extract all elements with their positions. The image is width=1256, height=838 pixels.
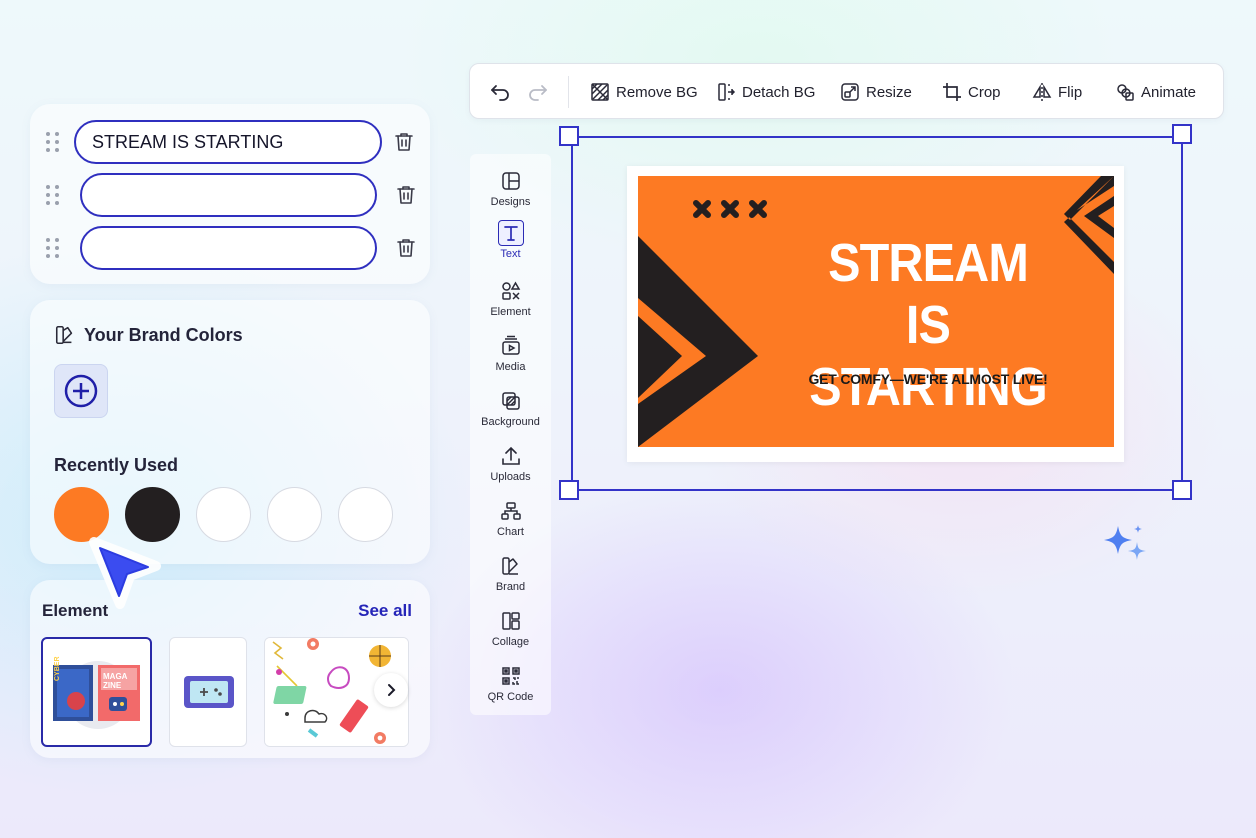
nav-label-media: Media [495, 361, 526, 373]
qr-code-icon [501, 667, 520, 685]
color-swatch-white[interactable] [196, 487, 251, 542]
nav-item-media[interactable]: Media [470, 335, 551, 385]
remove-bg-label: Remove BG [616, 83, 698, 101]
layout-icon [501, 172, 520, 190]
brand-icon [501, 557, 518, 575]
resize-handle-top-right[interactable] [1172, 124, 1192, 144]
nav-item-brand[interactable]: Brand [470, 555, 551, 605]
svg-text:ZINE: ZINE [103, 681, 122, 690]
nav-item-qr-code[interactable]: QR Code [470, 665, 551, 715]
undo-icon[interactable] [488, 80, 512, 104]
svg-text:CYBER: CYBER [54, 656, 61, 681]
crop-label: Crop [968, 83, 1001, 101]
text-icon [497, 220, 524, 246]
brand-icon [55, 325, 73, 345]
brand-colors-panel: Your Brand Colors Recently Used [30, 300, 430, 564]
detach-bg-icon [718, 83, 736, 101]
collage-icon [501, 612, 520, 630]
color-swatch-white[interactable] [338, 487, 393, 542]
flip-button[interactable]: Flip [1032, 78, 1082, 106]
brand-colors-title: Your Brand Colors [84, 324, 243, 345]
chart-icon [500, 502, 521, 520]
detach-bg-button[interactable]: Detach BG [716, 78, 815, 106]
background-icon [501, 392, 520, 410]
resize-icon [841, 83, 859, 101]
next-elements-button[interactable] [374, 673, 408, 707]
nav-label-designs: Designs [490, 196, 531, 208]
color-swatch-black[interactable] [125, 487, 180, 542]
animate-button[interactable]: Animate [1115, 78, 1196, 106]
see-all-link[interactable]: See all [358, 601, 412, 621]
animate-label: Animate [1141, 83, 1197, 101]
nav-item-uploads[interactable]: Uploads [470, 445, 551, 495]
remove-bg-icon [591, 83, 609, 101]
element-thumb-magazines[interactable]: CYBER MAGA ZINE [41, 637, 152, 747]
resize-handle-top-left[interactable] [559, 126, 579, 146]
nav-label-element: Element [490, 306, 531, 318]
nav-item-background[interactable]: Background [470, 390, 551, 440]
text-row [30, 120, 430, 164]
handheld-game-image [184, 676, 234, 708]
resize-button[interactable]: Resize [840, 78, 912, 106]
element-thumb-game-console[interactable] [169, 637, 247, 747]
nav-item-text[interactable]: Text [470, 220, 551, 270]
flip-label: Flip [1058, 83, 1083, 101]
nav-label-collage: Collage [491, 636, 530, 648]
nav-item-chart[interactable]: Chart [470, 500, 551, 550]
color-swatch-orange[interactable] [54, 487, 109, 542]
nav-label-text: Text [500, 248, 521, 260]
drag-handle-icon[interactable] [46, 132, 60, 152]
nav-label-background: Background [481, 416, 540, 428]
crop-icon [943, 83, 961, 101]
recent-colors [54, 487, 393, 542]
nav-item-designs[interactable]: Designs [470, 170, 551, 220]
trash-icon[interactable] [392, 130, 416, 154]
remove-bg-button[interactable]: Remove BG [590, 78, 698, 106]
text-fields-panel [30, 104, 430, 284]
media-icon [501, 335, 520, 355]
detach-bg-label: Detach BG [742, 83, 816, 101]
nav-label-brand: Brand [495, 581, 526, 593]
shapes-icon [501, 281, 520, 300]
sparkle-icon [1104, 525, 1146, 560]
animate-icon [1117, 84, 1134, 101]
redo-icon[interactable] [526, 80, 550, 104]
text-field-1[interactable] [74, 120, 382, 164]
brand-colors-heading: Your Brand Colors [54, 324, 243, 346]
trash-icon[interactable] [394, 236, 418, 260]
crop-button[interactable]: Crop [942, 78, 1001, 106]
nav-label-chart: Chart [497, 526, 524, 538]
drag-handle-icon[interactable] [46, 185, 60, 205]
plus-circle-icon [64, 374, 98, 408]
svg-text:MAGA: MAGA [103, 672, 128, 681]
text-field-2[interactable] [80, 173, 377, 217]
trash-icon[interactable] [394, 183, 418, 207]
nav-label-uploads: Uploads [490, 471, 531, 483]
resize-label: Resize [866, 83, 912, 101]
nav-item-element[interactable]: Element [470, 280, 551, 330]
magazine-covers-image: CYBER MAGA ZINE [53, 656, 140, 729]
flip-icon [1032, 83, 1052, 101]
nav-item-collage[interactable]: Collage [470, 610, 551, 660]
text-row [30, 226, 430, 270]
color-swatch-white[interactable] [267, 487, 322, 542]
text-field-3[interactable] [80, 226, 377, 270]
side-navigation: Designs Text Element Media Background Up… [470, 154, 551, 715]
image-toolbar: Remove BG Detach BG Resize Crop Flip Ani… [469, 63, 1224, 119]
resize-handle-bottom-right[interactable] [1172, 480, 1192, 500]
pointer-cursor-icon [89, 537, 161, 609]
recently-used-title: Recently Used [54, 455, 179, 475]
selection-box [571, 136, 1183, 491]
chevron-right-icon [388, 684, 396, 696]
toolbar-divider [568, 76, 569, 108]
upload-icon [501, 446, 520, 465]
add-brand-color-button[interactable] [54, 364, 108, 418]
text-row [30, 173, 430, 217]
drag-handle-icon[interactable] [46, 238, 60, 258]
resize-handle-bottom-left[interactable] [559, 480, 579, 500]
nav-label-qr-code: QR Code [487, 691, 534, 703]
